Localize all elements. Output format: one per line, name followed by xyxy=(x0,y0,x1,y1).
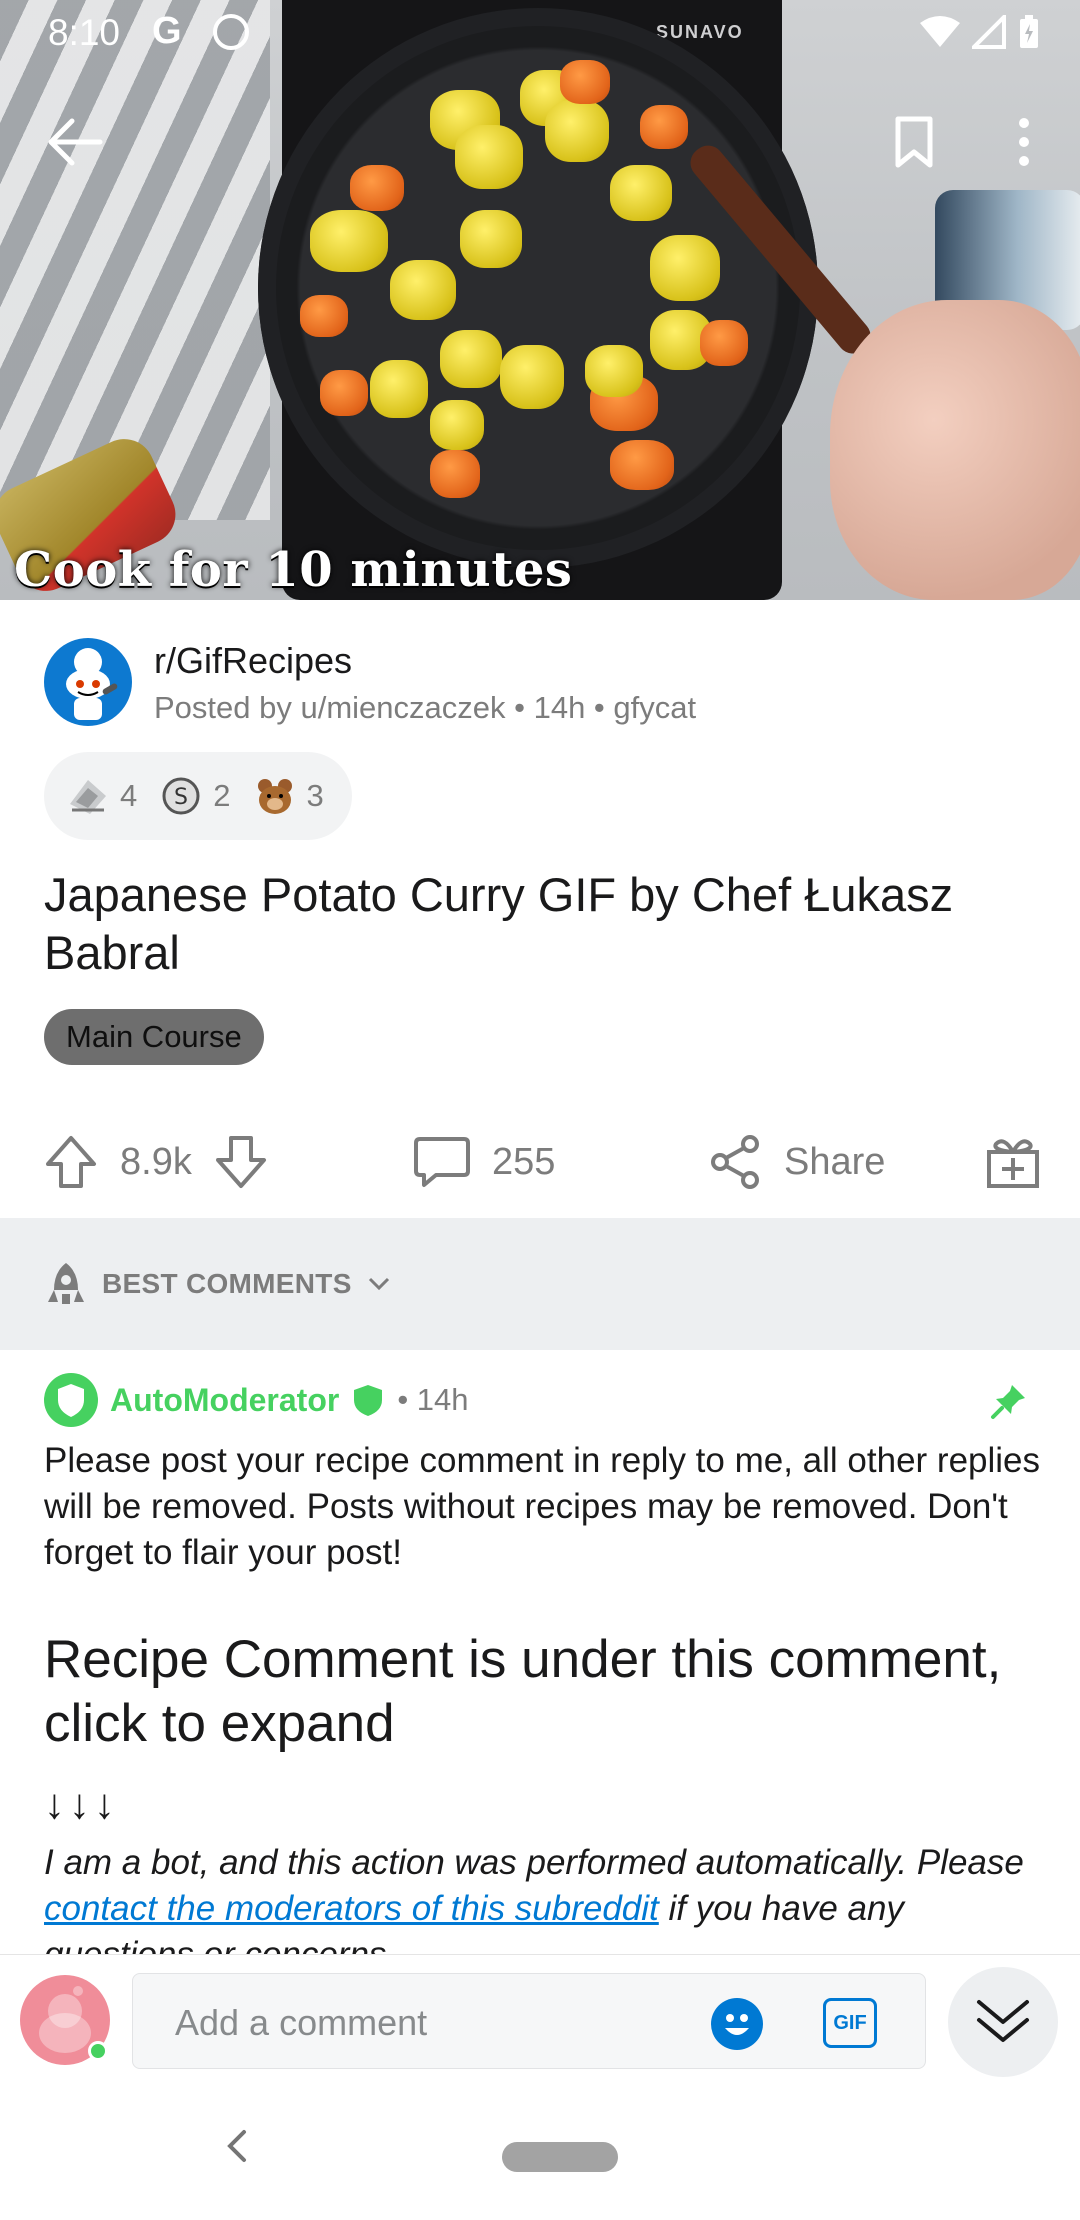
chef-snoo-icon xyxy=(66,648,118,720)
comments-button[interactable]: 255 xyxy=(414,1120,555,1204)
share-button[interactable]: Share xyxy=(708,1120,885,1204)
award-coin-icon: S xyxy=(162,777,200,815)
hand-image xyxy=(830,300,1080,600)
signal-icon xyxy=(972,15,1006,49)
pinned-icon xyxy=(991,1385,1025,1419)
chevron-down-icon xyxy=(368,1277,389,1291)
comment-count: 255 xyxy=(492,1140,556,1183)
sort-label: BEST COMMENTS xyxy=(102,1268,352,1299)
wifi-icon xyxy=(920,16,960,47)
post-action-bar: 8.9k 255 Share xyxy=(0,1120,1080,1204)
vote-count: 8.9k xyxy=(120,1140,192,1183)
subreddit-avatar[interactable] xyxy=(44,638,132,726)
award-silver-icon xyxy=(70,780,106,814)
comment-placeholder: Add a comment xyxy=(175,2002,428,2043)
award-bear-icon xyxy=(257,779,292,814)
more-options-button[interactable] xyxy=(994,112,1054,172)
gif-button[interactable]: GIF xyxy=(823,1998,877,2048)
double-chevron-down-icon xyxy=(977,2000,1029,2042)
award-count: 4 xyxy=(120,778,138,813)
status-time: 8:10 xyxy=(48,12,121,53)
upvote-icon[interactable] xyxy=(44,1134,98,1190)
svg-text:S: S xyxy=(174,785,188,810)
gift-icon xyxy=(987,1139,1039,1188)
save-post-button[interactable] xyxy=(884,112,944,172)
award-count: 3 xyxy=(306,778,324,813)
kebab-menu-icon xyxy=(1019,118,1029,166)
comment-body: Please post your recipe comment in reply… xyxy=(44,1441,1041,1572)
screenshot-icon xyxy=(213,14,249,50)
comment-heading[interactable]: Recipe Comment is under this comment, cl… xyxy=(44,1628,1044,1756)
contact-moderators-link[interactable]: contact the moderators of this subreddit xyxy=(44,1889,659,1928)
subreddit-name[interactable]: r/GifRecipes xyxy=(154,640,352,682)
bot-note: I am a bot, and this action was performe… xyxy=(44,1840,1054,1954)
back-arrow-icon xyxy=(48,118,103,166)
downvote-icon[interactable] xyxy=(214,1134,268,1190)
vote-group: 8.9k xyxy=(44,1120,268,1204)
share-label: Share xyxy=(784,1140,886,1183)
google-icon: G xyxy=(152,10,182,52)
comment-author[interactable]: AutoModerator xyxy=(110,1382,339,1419)
post-media[interactable]: SUNAVO Cook for 10 minutes xyxy=(0,0,1080,600)
video-caption: Cook for 10 minutes xyxy=(14,542,573,598)
smiley-icon xyxy=(725,2014,749,2035)
award-item: 3 xyxy=(253,774,324,818)
comment-sort-button[interactable]: BEST COMMENTS xyxy=(0,1218,1080,1350)
down-arrows: ↓↓↓ xyxy=(44,1780,119,1827)
give-award-button[interactable] xyxy=(986,1120,1040,1204)
share-icon xyxy=(711,1135,759,1189)
emoji-button[interactable] xyxy=(711,1998,763,2050)
rocket-icon xyxy=(48,1263,84,1304)
comment-bubble-icon xyxy=(414,1137,470,1187)
status-bar: 8:10 G xyxy=(0,0,1080,66)
comment-input[interactable]: Add a comment GIF xyxy=(132,1973,926,2069)
online-indicator xyxy=(88,2041,108,2061)
flair-label: Main Course xyxy=(66,1019,242,1054)
system-nav-bar xyxy=(0,2082,1080,2220)
bot-note-text: I am a bot, and this action was performe… xyxy=(44,1843,1024,1882)
bookmark-icon xyxy=(895,116,933,168)
comment-composer-bar: Add a comment GIF xyxy=(0,1954,1080,2082)
award-item: S 2 xyxy=(159,774,231,818)
post-title[interactable]: Japanese Potato Curry GIF by Chef Łukasz… xyxy=(44,866,1044,982)
nav-back-icon[interactable] xyxy=(222,2126,252,2166)
nav-home-pill[interactable] xyxy=(502,2142,618,2172)
battery-icon xyxy=(1020,15,1038,48)
awards-pill[interactable]: 4 S 2 3 xyxy=(44,752,352,840)
moderator-shield-avatar-icon[interactable] xyxy=(44,1373,98,1427)
post-flair[interactable]: Main Course xyxy=(44,1009,264,1065)
post-meta[interactable]: Posted by u/mienczaczek • 14h • gfycat xyxy=(154,690,696,726)
mod-shield-icon xyxy=(354,1385,383,1416)
award-item: 4 xyxy=(66,774,137,818)
comment-header: AutoModerator • 14h xyxy=(44,1372,469,1428)
award-count: 2 xyxy=(213,778,231,813)
back-button[interactable] xyxy=(45,112,105,172)
collapse-comments-button[interactable] xyxy=(948,1967,1058,2077)
comment-time: • 14h xyxy=(397,1382,469,1417)
